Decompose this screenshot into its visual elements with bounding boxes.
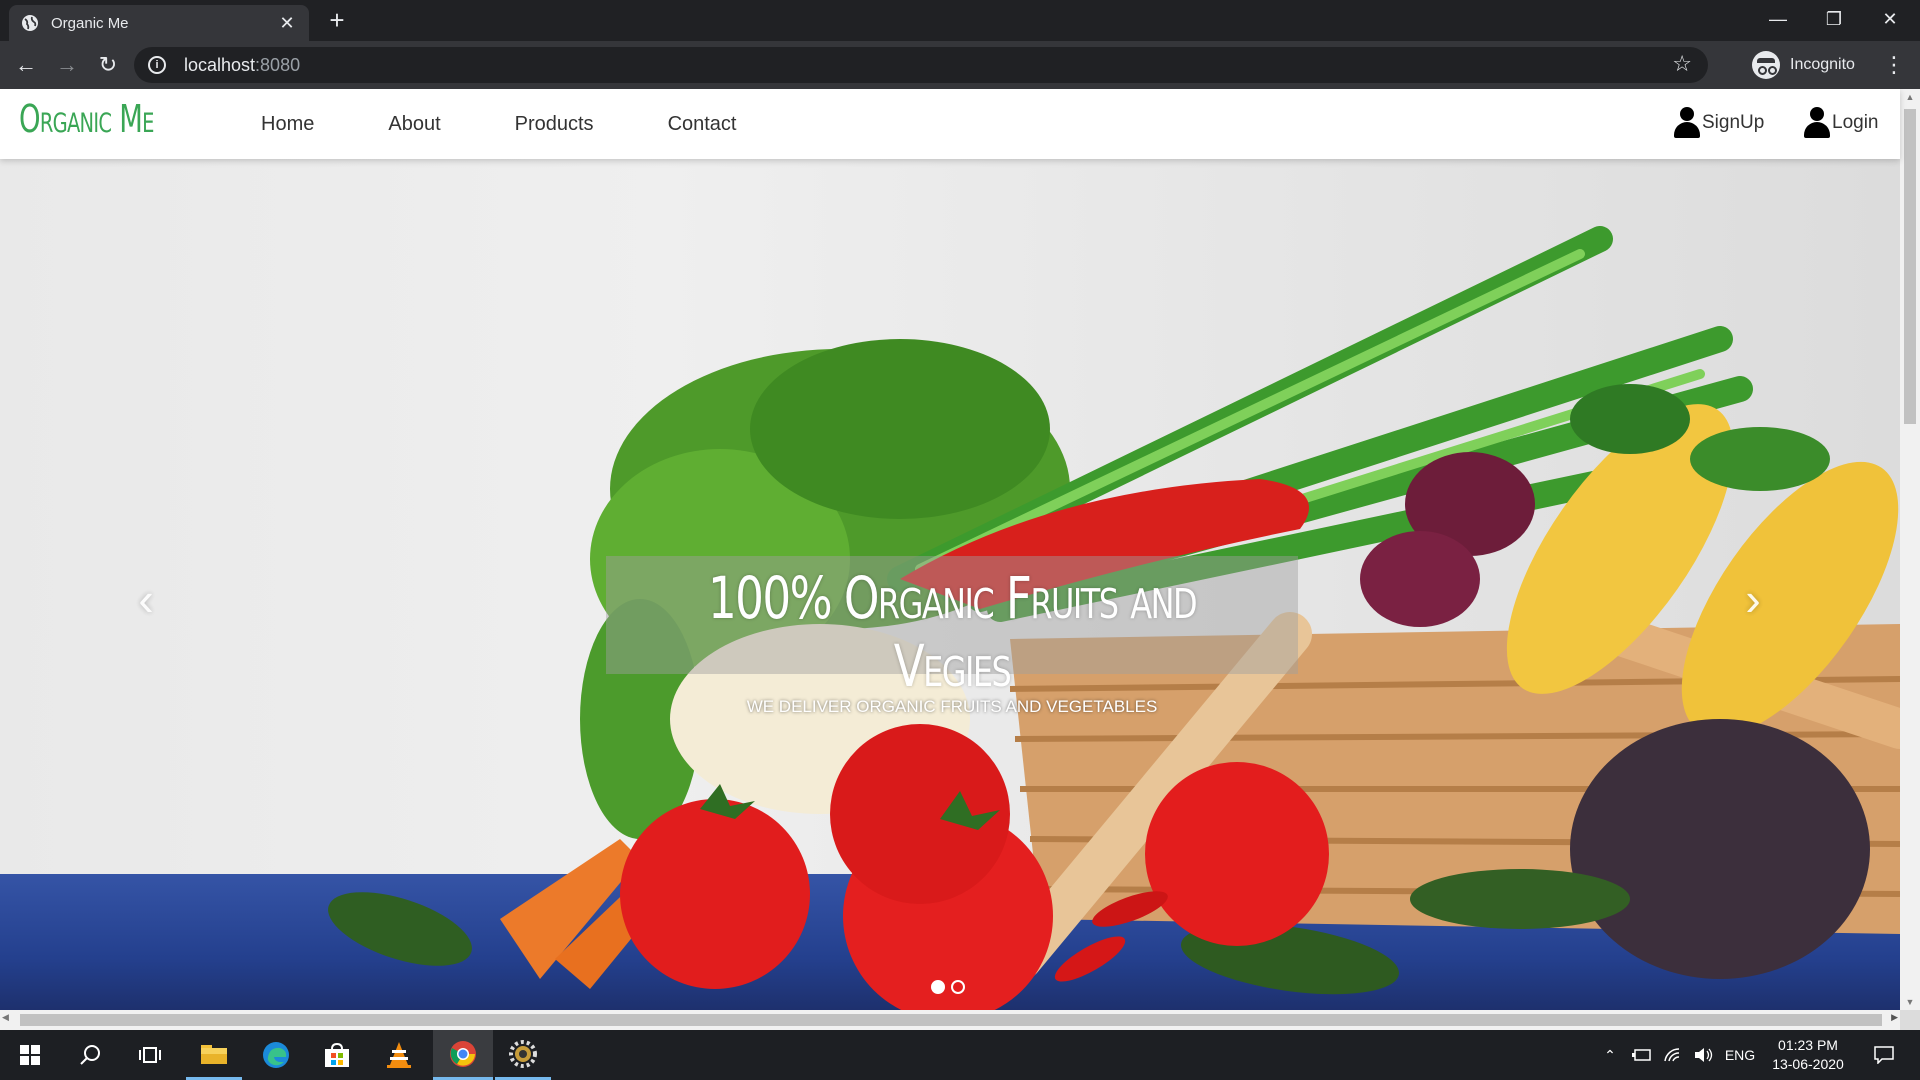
nav-home-link[interactable]: Home (261, 113, 314, 136)
notification-icon (1874, 1046, 1894, 1064)
close-icon: ✕ (1882, 9, 1898, 29)
main-menu: Home About Products Contact (261, 89, 811, 159)
taskbar-file-explorer[interactable] (186, 1030, 242, 1080)
taskbar-edge[interactable] (248, 1030, 304, 1080)
taskbar-vlc[interactable] (371, 1030, 427, 1080)
site-navbar: Organic Me Home About Products Contact S… (0, 89, 1900, 159)
minimize-button[interactable]: — (1750, 0, 1806, 41)
carousel-indicator-1[interactable] (931, 980, 945, 994)
vertical-scrollbar[interactable]: ▲ ▼ (1900, 89, 1920, 1010)
nav-contact-link[interactable]: Contact (668, 113, 737, 136)
back-button[interactable]: ← (10, 49, 42, 81)
action-center-button[interactable] (1864, 1030, 1904, 1080)
address-url[interactable]: localhost:8080 (184, 55, 300, 76)
search-icon (80, 1045, 100, 1065)
scroll-up-icon[interactable]: ▲ (1900, 89, 1920, 105)
hero-carousel: 100% Organic Fruits and Vegies WE DELIVE… (0, 159, 1900, 1010)
scroll-right-icon[interactable]: ▶ (1891, 1012, 1898, 1023)
carousel-prev-button[interactable]: ‹ (126, 572, 166, 626)
browser-tab-strip: Organic Me ✕ + — ❐ ✕ (0, 0, 1920, 41)
tab-title: Organic Me (51, 14, 129, 32)
restore-icon: ❐ (1825, 9, 1843, 29)
carousel-indicator-2[interactable] (951, 980, 965, 994)
profile-label: Incognito (1790, 56, 1855, 73)
store-icon (325, 1042, 349, 1067)
browser-toolbar: ← → ↻ i localhost:8080 ☆ Incognito ⋮ (0, 41, 1920, 89)
speaker-icon (1695, 1048, 1713, 1062)
scroll-down-icon[interactable]: ▼ (1900, 994, 1920, 1010)
chrome-icon (450, 1040, 476, 1067)
carousel-indicators (931, 980, 971, 994)
file-explorer-icon (201, 1044, 227, 1064)
chevron-up-icon: ⌃ (1604, 1046, 1616, 1063)
page-viewport: Organic Me Home About Products Contact S… (0, 89, 1920, 1030)
vertical-scroll-thumb[interactable] (1904, 109, 1916, 424)
address-bar[interactable]: i localhost:8080 ☆ (134, 47, 1708, 83)
settings-app-icon (509, 1039, 537, 1068)
hero-subtitle: WE DELIVER ORGANIC FRUITS AND VEGETABLES (746, 697, 1158, 716)
scroll-left-icon[interactable]: ◀ (2, 1012, 9, 1023)
browser-menu-button[interactable]: ⋮ (1882, 49, 1906, 81)
taskbar-chrome[interactable] (433, 1030, 493, 1080)
browser-tab[interactable]: Organic Me ✕ (9, 5, 309, 41)
language-indicator[interactable]: ENG (1722, 1030, 1758, 1080)
more-vertical-icon: ⋮ (1883, 52, 1905, 77)
nav-products-link[interactable]: Products (515, 113, 594, 136)
task-view-button[interactable] (122, 1030, 178, 1080)
login-link[interactable]: Login (1804, 107, 1879, 139)
arrow-right-icon: → (56, 52, 78, 77)
windows-start-icon (20, 1045, 40, 1065)
taskbar-search-button[interactable] (62, 1030, 118, 1080)
battery-tray-icon[interactable] (1628, 1030, 1656, 1080)
login-label: Login (1832, 112, 1879, 133)
user-icon (1674, 107, 1700, 139)
user-icon (1804, 107, 1830, 139)
url-host: localhost (184, 54, 256, 75)
chevron-right-icon: › (1745, 573, 1761, 625)
carousel-next-button[interactable]: › (1733, 572, 1773, 626)
edge-icon (263, 1042, 289, 1068)
clock-date: 13-06-2020 (1772, 1056, 1844, 1072)
start-button[interactable] (2, 1030, 58, 1080)
task-view-icon (139, 1047, 161, 1063)
signup-link[interactable]: SignUp (1674, 107, 1764, 139)
minimize-icon: — (1769, 9, 1787, 29)
volume-tray-icon[interactable] (1690, 1030, 1718, 1080)
horizontal-scroll-thumb[interactable] (20, 1014, 1882, 1026)
network-tray-icon[interactable] (1659, 1030, 1687, 1080)
restore-button[interactable]: ❐ (1806, 0, 1862, 41)
nav-about-link[interactable]: About (388, 113, 440, 136)
tab-close-icon[interactable]: ✕ (277, 13, 297, 34)
site-info-icon[interactable]: i (148, 56, 166, 74)
hero-title: 100% Organic Fruits and Vegies (707, 564, 1198, 700)
taskbar-store[interactable] (309, 1030, 365, 1080)
globe-icon (22, 15, 38, 31)
reload-icon: ↻ (98, 52, 118, 77)
site-logo[interactable]: Organic Me (19, 97, 154, 141)
incognito-icon (1752, 51, 1780, 79)
plus-icon: + (329, 5, 345, 35)
windows-taskbar: ⌃ ENG 01:23 PM 13-06-2020 (0, 1030, 1920, 1080)
url-port: :8080 (255, 54, 301, 75)
incognito-profile-button[interactable]: Incognito (1752, 49, 1855, 81)
clock-time: 01:23 PM (1778, 1037, 1838, 1053)
forward-button[interactable]: → (51, 49, 83, 81)
scrollbar-corner (1900, 1010, 1920, 1030)
wifi-icon (1664, 1048, 1680, 1062)
signup-label: SignUp (1702, 112, 1765, 133)
horizontal-scrollbar[interactable]: ◀ ▶ (0, 1010, 1900, 1030)
taskbar-settings-app[interactable] (495, 1030, 551, 1080)
close-window-button[interactable]: ✕ (1862, 0, 1918, 41)
battery-icon (1632, 1049, 1651, 1061)
taskbar-clock[interactable]: 01:23 PM 13-06-2020 (1760, 1036, 1856, 1074)
show-hidden-icons-button[interactable]: ⌃ (1598, 1030, 1622, 1080)
vlc-icon (387, 1042, 411, 1068)
arrow-left-icon: ← (15, 52, 37, 77)
new-tab-button[interactable]: + (322, 6, 352, 36)
bookmark-star-icon[interactable]: ☆ (1672, 51, 1692, 77)
chevron-left-icon: ‹ (138, 573, 154, 625)
reload-button[interactable]: ↻ (92, 49, 124, 81)
